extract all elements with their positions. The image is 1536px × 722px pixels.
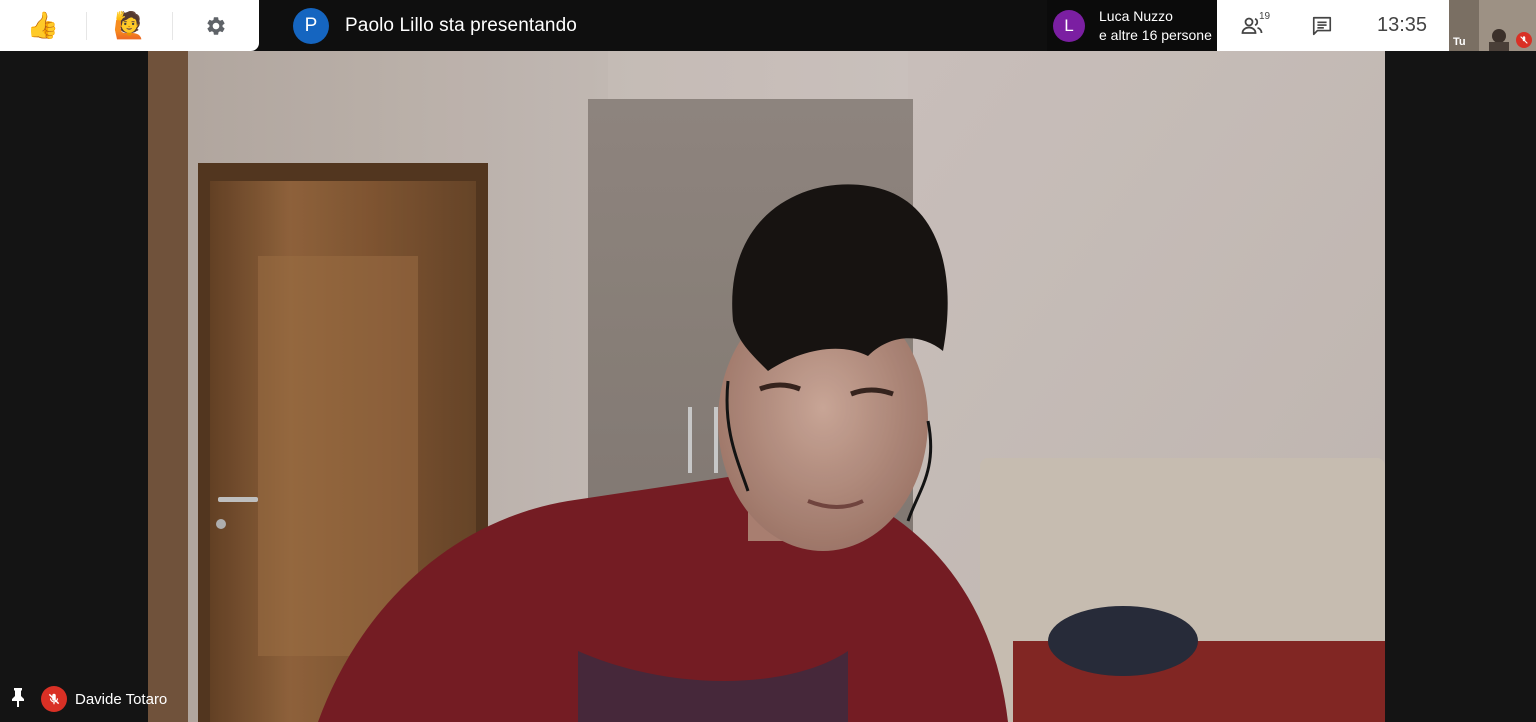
reaction-toolbar: 👍 🙋 — [0, 0, 259, 51]
meeting-toolbar: 19 13:35 — [1217, 0, 1449, 51]
mic-off-icon — [1520, 36, 1528, 44]
pin-button[interactable] — [10, 687, 30, 712]
self-mic-status — [1516, 32, 1532, 48]
participant-label-bar: Davide Totaro — [0, 684, 167, 714]
active-speaker-chip[interactable]: L Luca Nuzzo e altre 16 persone — [1047, 0, 1217, 51]
settings-button[interactable] — [173, 0, 259, 51]
people-count: 19 — [1259, 11, 1271, 22]
main-video — [148, 51, 1385, 722]
presenter-text: Paolo Lillo sta presentando — [345, 15, 577, 36]
chat-button[interactable] — [1287, 0, 1357, 51]
presenter-avatar: P — [293, 8, 329, 44]
self-label: Tu — [1453, 36, 1466, 48]
participant-chip-text: Luca Nuzzo e altre 16 persone — [1099, 7, 1212, 45]
participant-video-frame — [148, 51, 1385, 722]
chat-icon — [1312, 16, 1332, 35]
thumbs-up-icon: 👍 — [26, 10, 60, 40]
participant-name-label: Davide Totaro — [75, 690, 168, 708]
self-view-tile[interactable]: Tu — [1449, 0, 1536, 51]
people-button[interactable]: 19 — [1217, 0, 1287, 51]
thumbs-up-button[interactable]: 👍 — [0, 0, 86, 51]
top-bar: 👍 🙋 P Paolo Lillo sta presentando L Luca… — [0, 0, 1536, 51]
others-count: e altre 16 persone — [1099, 26, 1212, 43]
participant-name: Luca Nuzzo — [1099, 7, 1173, 24]
participant-avatar: L — [1053, 9, 1085, 42]
mic-off-icon — [48, 693, 60, 705]
presenter-indicator: P Paolo Lillo sta presentando — [293, 8, 577, 44]
participant-mic-status — [41, 686, 67, 712]
raise-hand-person-icon: 🙋 — [113, 10, 146, 40]
clock: 13:35 — [1377, 14, 1428, 36]
pin-icon — [12, 687, 24, 707]
gear-icon — [207, 16, 225, 35]
raise-hand-button[interactable]: 🙋 — [87, 0, 173, 51]
